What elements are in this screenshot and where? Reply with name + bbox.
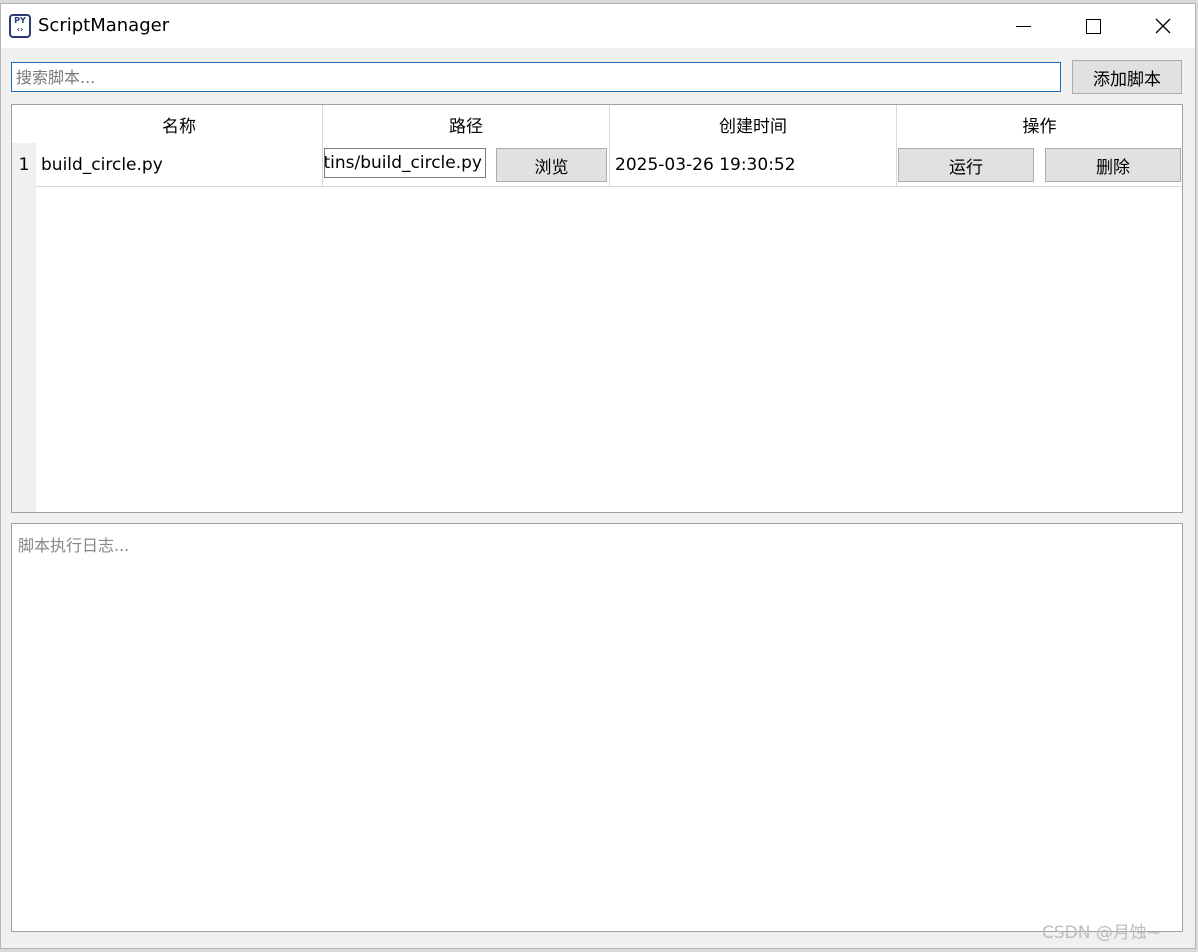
maximize-button[interactable] [1058,4,1128,48]
column-header-path[interactable]: 路径 [323,105,610,143]
path-field[interactable]: tins/build_circle.py [324,148,486,178]
column-header-name[interactable]: 名称 [36,105,323,143]
script-name-cell[interactable]: build_circle.py [36,143,323,186]
minimize-button[interactable] [988,4,1058,48]
minimize-icon [1015,25,1031,27]
log-output[interactable]: 脚本执行日志... [11,523,1183,932]
close-icon [1155,18,1171,34]
browse-button[interactable]: 浏览 [496,148,607,182]
column-header-actions[interactable]: 操作 [897,105,1182,143]
title-bar[interactable]: PY ‹› ScriptManager [1,4,1195,48]
actions-cell: 运行 删除 [897,143,1182,186]
row-number[interactable]: 1 [12,143,36,187]
delete-button[interactable]: 删除 [1045,148,1181,182]
path-field-value: tins/build_circle.py [324,153,482,173]
script-table: 名称 路径 创建时间 操作 1 build_circle.py tins/bui… [11,104,1183,513]
watermark: CSDN @月蚀~ [1042,923,1162,943]
add-script-button[interactable]: 添加脚本 [1072,60,1182,94]
log-placeholder: 脚本执行日志... [18,536,130,555]
maximize-icon [1085,18,1101,34]
python-script-icon: PY ‹› [9,14,31,38]
search-input[interactable] [11,62,1061,92]
close-button[interactable] [1128,4,1198,48]
column-header-created[interactable]: 创建时间 [610,105,897,143]
window-title: ScriptManager [38,15,170,36]
run-button[interactable]: 运行 [898,148,1034,182]
script-path-cell: tins/build_circle.py 浏览 [323,143,610,186]
table-row[interactable]: build_circle.py tins/build_circle.py 浏览 … [36,143,1182,187]
created-time-cell[interactable]: 2025-03-26 19:30:52 [610,143,897,186]
